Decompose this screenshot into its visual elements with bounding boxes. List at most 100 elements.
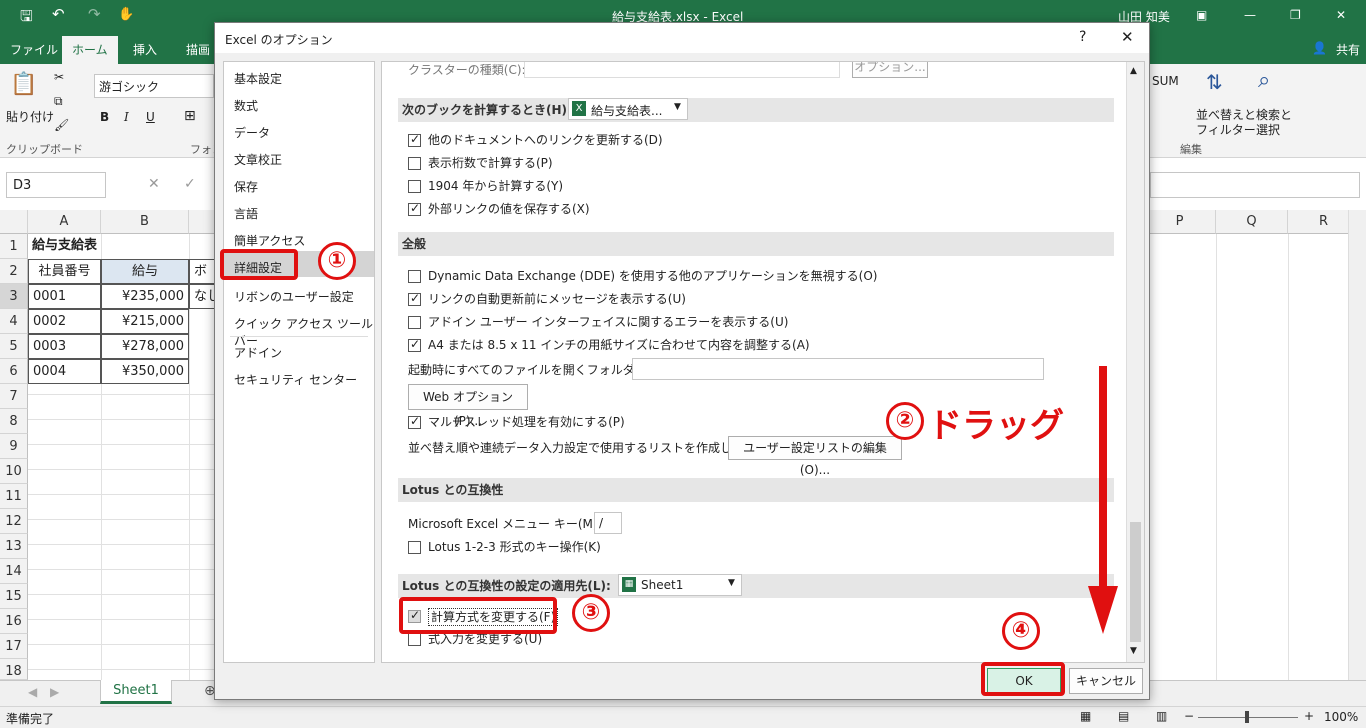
startup-folder-input[interactable] — [632, 358, 1044, 380]
cluster-options-button[interactable]: オプション... — [852, 62, 928, 78]
cell-c3[interactable]: なし — [189, 284, 216, 309]
share-icon[interactable]: 👤 — [1312, 41, 1327, 55]
row-header[interactable]: 8 — [0, 409, 28, 434]
redo-icon[interactable]: ↷ — [88, 5, 101, 23]
share-button[interactable]: 共有 — [1336, 41, 1360, 58]
tab-draw[interactable]: 描画 — [186, 41, 210, 58]
cancel-button[interactable]: キャンセル — [1069, 668, 1143, 694]
cell-c2[interactable]: ボ — [189, 259, 216, 284]
web-options-button[interactable]: Web オプション(P)... — [408, 384, 528, 428]
column-header-p[interactable]: P — [1144, 210, 1216, 234]
enter-icon[interactable]: ✓ — [184, 176, 196, 192]
paste-button[interactable]: 貼り付け — [6, 108, 54, 125]
row-header[interactable]: 5 — [0, 334, 28, 359]
nav-proofing[interactable]: 文章校正 — [234, 151, 282, 168]
tab-home[interactable]: ホーム — [62, 36, 118, 64]
cell-a1[interactable]: 給与支給表 — [28, 234, 188, 259]
zoom-slider-thumb[interactable] — [1245, 711, 1249, 723]
nav-save[interactable]: 保存 — [234, 178, 258, 195]
lotus-sheet-select[interactable]: Sheet1 — [618, 574, 742, 596]
select-label[interactable]: 選択 — [1256, 121, 1280, 138]
tab-insert[interactable]: 挿入 — [133, 41, 157, 58]
dialog-close-button[interactable]: ✕ — [1121, 28, 1134, 46]
format-painter-icon[interactable]: 🖌 — [54, 118, 69, 132]
date-1904-checkbox[interactable] — [408, 180, 421, 193]
page-break-icon[interactable]: ▥ — [1156, 709, 1167, 723]
scale-paper-checkbox[interactable] — [408, 337, 421, 352]
menu-key-input[interactable]: / — [594, 512, 622, 534]
prev-sheet-icon[interactable]: ◀ — [28, 685, 37, 699]
vertical-scrollbar[interactable] — [1348, 210, 1366, 680]
precision-as-displayed-checkbox[interactable] — [408, 157, 421, 170]
name-box[interactable]: D3 — [6, 172, 106, 198]
ask-update-links-checkbox[interactable] — [408, 291, 421, 306]
nav-trust-center[interactable]: セキュリティ センター — [234, 371, 357, 388]
cell-a4[interactable]: 0002 — [28, 309, 101, 334]
column-header-b[interactable]: B — [101, 210, 189, 234]
nav-language[interactable]: 言語 — [234, 205, 258, 222]
ignore-dde-checkbox[interactable] — [408, 270, 421, 283]
row-header[interactable]: 9 — [0, 434, 28, 459]
calc-book-select[interactable]: 給与支給表... — [568, 98, 688, 120]
scroll-down-icon[interactable]: ▼ — [1130, 646, 1137, 656]
row-header[interactable]: 2 — [0, 259, 28, 284]
select-all-corner[interactable] — [0, 210, 28, 234]
row-header[interactable]: 15 — [0, 584, 28, 609]
italic-button[interactable]: I — [124, 110, 129, 124]
help-button[interactable]: ? — [1079, 29, 1086, 45]
row-header[interactable]: 10 — [0, 459, 28, 484]
column-header-a[interactable]: A — [28, 210, 101, 234]
row-header[interactable]: 6 — [0, 359, 28, 384]
cell-b3[interactable]: ¥235,000 — [101, 284, 189, 309]
filter-label[interactable]: フィルター — [1196, 121, 1256, 138]
ribbon-options-icon[interactable]: ▣ — [1196, 8, 1207, 22]
zoom-out-icon[interactable]: − — [1184, 709, 1194, 723]
addin-errors-checkbox[interactable] — [408, 316, 421, 329]
row-header[interactable]: 11 — [0, 484, 28, 509]
save-icon[interactable]: 🖫 — [20, 6, 33, 31]
update-links-checkbox[interactable] — [408, 132, 421, 147]
sheet-tab-sheet1[interactable]: Sheet1 — [100, 680, 172, 704]
cell-a6[interactable]: 0004 — [28, 359, 101, 384]
cell-a5[interactable]: 0003 — [28, 334, 101, 359]
copy-icon[interactable]: ⧉ — [54, 94, 63, 109]
row-header[interactable]: 7 — [0, 384, 28, 409]
zoom-in-icon[interactable]: + — [1304, 709, 1314, 723]
cancel-entry-icon[interactable]: ✕ — [148, 176, 160, 192]
row-header[interactable]: 14 — [0, 559, 28, 584]
nav-customize-ribbon[interactable]: リボンのユーザー設定 — [234, 288, 354, 305]
bold-button[interactable]: B — [100, 110, 109, 124]
multithread-checkbox[interactable] — [408, 414, 421, 429]
cell-b4[interactable]: ¥215,000 — [101, 309, 189, 334]
sort-filter-icon[interactable]: ⇅ — [1206, 70, 1223, 94]
row-header[interactable]: 12 — [0, 509, 28, 534]
options-scrollbar[interactable]: ▲ ▼ — [1126, 62, 1144, 662]
cell-b2[interactable]: 給与 — [101, 259, 189, 284]
find-icon[interactable]: ⌕ — [1258, 68, 1270, 93]
tab-file[interactable]: ファイル — [10, 41, 58, 58]
edit-custom-lists-button[interactable]: ユーザー設定リストの編集(O)... — [728, 436, 902, 477]
maximize-icon[interactable]: ❐ — [1290, 8, 1301, 22]
minimize-icon[interactable]: — — [1244, 8, 1256, 22]
row-header[interactable]: 18 — [0, 659, 28, 680]
undo-icon[interactable]: ↶ — [52, 5, 65, 23]
row-header[interactable]: 16 — [0, 609, 28, 634]
close-window-icon[interactable]: ✕ — [1336, 8, 1346, 22]
row-header[interactable]: 3 — [0, 284, 28, 309]
nav-general[interactable]: 基本設定 — [234, 70, 282, 87]
scrollbar-thumb[interactable] — [1130, 522, 1141, 642]
cell-a3[interactable]: 0001 — [28, 284, 101, 309]
column-header-q[interactable]: Q — [1216, 210, 1288, 234]
nav-accessibility[interactable]: 簡単アクセス — [234, 232, 305, 249]
normal-view-icon[interactable]: ▦ — [1080, 709, 1091, 723]
cell-b6[interactable]: ¥350,000 — [101, 359, 189, 384]
page-layout-icon[interactable]: ▤ — [1118, 709, 1129, 723]
nav-data[interactable]: データ — [234, 124, 270, 141]
row-header[interactable]: 1 — [0, 234, 28, 259]
autosum-button[interactable]: SUM — [1152, 74, 1179, 88]
border-icon[interactable]: ⊞ — [184, 108, 196, 124]
row-header[interactable]: 13 — [0, 534, 28, 559]
scroll-up-icon[interactable]: ▲ — [1130, 66, 1137, 76]
lotus-keys-checkbox[interactable] — [408, 541, 421, 554]
cluster-type-select[interactable] — [524, 62, 840, 78]
